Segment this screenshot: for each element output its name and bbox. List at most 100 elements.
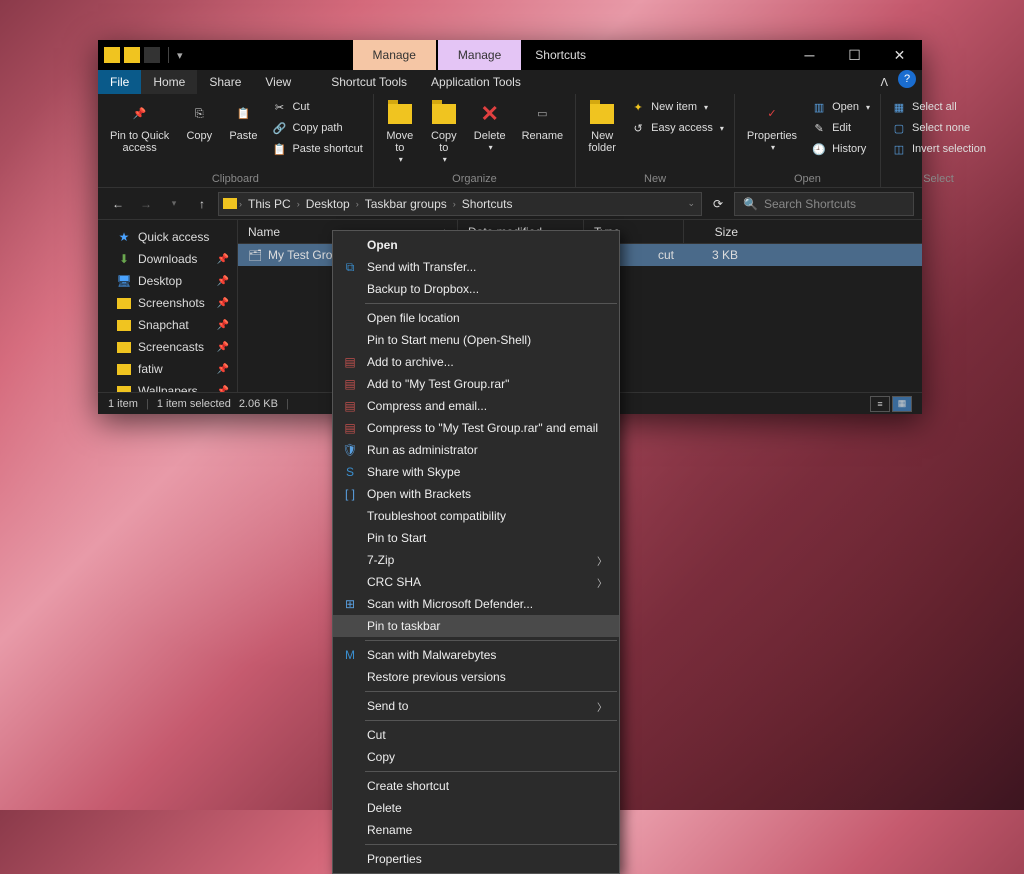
- ctx-troubleshoot[interactable]: Troubleshoot compatibility: [333, 505, 619, 527]
- crumb-taskbar[interactable]: Taskbar groups: [361, 197, 451, 211]
- easyaccess-button[interactable]: ↺Easy access▾: [628, 119, 726, 137]
- view-details-button[interactable]: ≡: [870, 396, 890, 412]
- ctx-properties[interactable]: Properties: [333, 848, 619, 870]
- ctx-pin-taskbar[interactable]: Pin to taskbar: [333, 615, 619, 637]
- paste-shortcut-button[interactable]: 📋Paste shortcut: [269, 140, 364, 158]
- ctx-restore[interactable]: Restore previous versions: [333, 666, 619, 688]
- sidebar-downloads[interactable]: ⬇Downloads📌: [98, 248, 237, 270]
- ctx-compress-rar-email[interactable]: ▤Compress to "My Test Group.rar" and ema…: [333, 417, 619, 439]
- pin-icon: 📌: [217, 298, 229, 309]
- sidebar-snapchat[interactable]: Snapchat📌: [98, 314, 237, 336]
- ctx-defender[interactable]: ⊞Scan with Microsoft Defender...: [333, 593, 619, 615]
- copypath-button[interactable]: 🔗Copy path: [269, 119, 364, 137]
- open-button[interactable]: ▥Open▾: [809, 98, 872, 116]
- ribbon-label-new: New: [584, 171, 726, 187]
- folder-icon: [116, 361, 132, 377]
- tooltab-manage-app[interactable]: Manage: [438, 40, 521, 70]
- crumb-desktop[interactable]: Desktop: [302, 197, 354, 211]
- ctx-brackets[interactable]: [ ]Open with Brackets: [333, 483, 619, 505]
- menu-file[interactable]: File: [98, 70, 141, 94]
- ctx-open[interactable]: Open: [333, 234, 619, 256]
- status-count: 1 item: [108, 398, 138, 410]
- ctx-open-location[interactable]: Open file location: [333, 307, 619, 329]
- breadcrumb[interactable]: › This PC› Desktop› Taskbar groups› Shor…: [218, 192, 702, 216]
- copyto-button[interactable]: Copy to▾: [426, 98, 462, 167]
- edit-button[interactable]: ✎Edit: [809, 119, 872, 137]
- app-icon: [104, 47, 120, 63]
- breadcrumb-dropdown-icon[interactable]: ⌄: [681, 198, 701, 209]
- ribbon-collapse-icon[interactable]: ᐱ: [880, 70, 888, 94]
- tooltab-manage-shortcut[interactable]: Manage: [353, 40, 436, 70]
- ctx-backup-dropbox[interactable]: Backup to Dropbox...: [333, 278, 619, 300]
- ctx-malwarebytes[interactable]: MScan with Malwarebytes: [333, 644, 619, 666]
- ctx-add-rar[interactable]: ▤Add to "My Test Group.rar": [333, 373, 619, 395]
- col-size[interactable]: Size: [684, 220, 748, 243]
- rename-button[interactable]: ▭Rename: [518, 98, 568, 144]
- qat-dropdown-icon[interactable]: ▾: [177, 49, 183, 62]
- menu-app-tools[interactable]: Application Tools: [419, 70, 533, 94]
- help-icon[interactable]: ?: [898, 70, 916, 88]
- sidebar-wallpapers[interactable]: Wallpapers📌: [98, 380, 237, 392]
- sidebar-screencasts[interactable]: Screencasts📌: [98, 336, 237, 358]
- crumb-shortcuts[interactable]: Shortcuts: [458, 197, 517, 211]
- close-button[interactable]: ✕: [877, 40, 922, 70]
- winrar-icon: ▤: [342, 398, 358, 414]
- ctx-7zip[interactable]: 7-Zip〉: [333, 549, 619, 571]
- ctx-cut[interactable]: Cut: [333, 724, 619, 746]
- ctx-skype[interactable]: SShare with Skype: [333, 461, 619, 483]
- ctx-pin-start[interactable]: Pin to Start: [333, 527, 619, 549]
- crumb-thispc[interactable]: This PC: [244, 197, 295, 211]
- sidebar-quickaccess[interactable]: ★Quick access: [98, 226, 237, 248]
- selectall-button[interactable]: ▦Select all: [889, 98, 988, 116]
- history-button[interactable]: 🕘History: [809, 140, 872, 158]
- newitem-button[interactable]: ✦New item▾: [628, 98, 726, 116]
- ctx-copy[interactable]: Copy: [333, 746, 619, 768]
- search-input[interactable]: 🔍 Search Shortcuts: [734, 192, 914, 216]
- cut-button[interactable]: ✂Cut: [269, 98, 364, 116]
- properties-button[interactable]: ✓Properties▾: [743, 98, 801, 155]
- paste-button[interactable]: 📋Paste: [225, 98, 261, 144]
- menu-shortcut-tools[interactable]: Shortcut Tools: [319, 70, 419, 94]
- menu-view[interactable]: View: [253, 70, 303, 94]
- ctx-crcsha[interactable]: CRC SHA〉: [333, 571, 619, 593]
- qat-icon-1[interactable]: [124, 47, 140, 63]
- invertselection-button[interactable]: ◫Invert selection: [889, 140, 988, 158]
- nav-back-button[interactable]: ←: [106, 192, 130, 216]
- ctx-compress-email[interactable]: ▤Compress and email...: [333, 395, 619, 417]
- ribbon-group-open: ✓Properties▾ ▥Open▾ ✎Edit 🕘History Open: [735, 94, 881, 187]
- winrar-icon: ▤: [342, 376, 358, 392]
- menu-share[interactable]: Share: [197, 70, 253, 94]
- ctx-add-archive[interactable]: ▤Add to archive...: [333, 351, 619, 373]
- shield-icon: 🛡: [342, 442, 358, 458]
- pin-quickaccess-button[interactable]: 📌Pin to Quick access: [106, 98, 173, 156]
- pin-icon: 📌: [217, 276, 229, 287]
- ribbon-group-organize: Move to▾ Copy to▾ ✕Delete▾ ▭Rename Organ…: [374, 94, 576, 187]
- nav-up-button[interactable]: ↑: [190, 192, 214, 216]
- sidebar-desktop[interactable]: 🖥Desktop📌: [98, 270, 237, 292]
- ctx-send-transfer[interactable]: ⧉Send with Transfer...: [333, 256, 619, 278]
- sidebar-screenshots[interactable]: Screenshots📌: [98, 292, 237, 314]
- delete-button[interactable]: ✕Delete▾: [470, 98, 510, 155]
- menu-home[interactable]: Home: [141, 70, 197, 94]
- minimize-button[interactable]: ─: [787, 40, 832, 70]
- ctx-create-shortcut[interactable]: Create shortcut: [333, 775, 619, 797]
- search-icon: 🔍: [743, 197, 758, 211]
- brackets-icon: [ ]: [342, 486, 358, 502]
- maximize-button[interactable]: ☐: [832, 40, 877, 70]
- selectnone-button[interactable]: ▢Select none: [889, 119, 988, 137]
- ctx-pin-start-openshell[interactable]: Pin to Start menu (Open-Shell): [333, 329, 619, 351]
- qat-icon-2[interactable]: [144, 47, 160, 63]
- ctx-delete[interactable]: Delete: [333, 797, 619, 819]
- ctx-rename[interactable]: Rename: [333, 819, 619, 841]
- nav-recent-button[interactable]: ▾: [162, 192, 186, 216]
- sidebar-fatiw[interactable]: fatiw📌: [98, 358, 237, 380]
- newfolder-button[interactable]: New folder: [584, 98, 620, 156]
- ctx-sendto[interactable]: Send to〉: [333, 695, 619, 717]
- refresh-button[interactable]: ⟳: [706, 192, 730, 216]
- ctx-run-admin[interactable]: 🛡Run as administrator: [333, 439, 619, 461]
- context-menu: Open ⧉Send with Transfer... Backup to Dr…: [332, 230, 620, 874]
- moveto-button[interactable]: Move to▾: [382, 98, 418, 167]
- copy-button[interactable]: ⎘Copy: [181, 98, 217, 144]
- nav-forward-button[interactable]: →: [134, 192, 158, 216]
- view-icons-button[interactable]: ▦: [892, 396, 912, 412]
